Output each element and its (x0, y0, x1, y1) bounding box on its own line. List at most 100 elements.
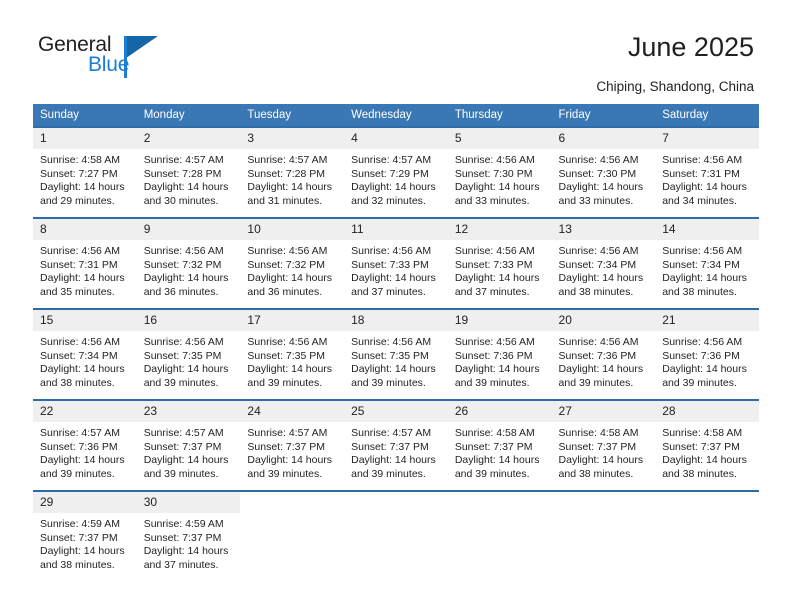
calendar-day-cell[interactable]: 12 Sunrise: 4:56 AM Sunset: 7:33 PM Dayligh… (447, 217, 552, 309)
sunrise-text: Sunrise: 4:56 AM (454, 336, 535, 348)
day-details: Sunrise: 4:58 AM Sunset: 7:37 PM Daylight:… (552, 422, 656, 481)
daylight-text-line1: Daylight: 14 hours (351, 363, 436, 376)
sunrise-text: Sunrise: 4:56 AM (662, 245, 743, 257)
daylight-text-line1: Daylight: 14 hours (40, 181, 125, 194)
day-details: Sunrise: 4:59 AM Sunset: 7:37 PM Daylight:… (137, 513, 241, 572)
daylight-text-line2: and 39 minutes. (662, 376, 737, 389)
sunset-text: Sunset: 7:31 PM (662, 167, 740, 180)
calendar-day-cell[interactable]: 29 Sunrise: 4:59 AM Sunset: 7:37 PM Dayligh… (33, 490, 137, 581)
calendar-day-cell[interactable]: 13 Sunrise: 4:56 AM Sunset: 7:34 PM Dayligh… (551, 217, 656, 309)
sunset-text: Sunset: 7:33 PM (454, 258, 533, 271)
day-number: 30 (136, 492, 241, 513)
daylight-text-line2: and 38 minutes. (558, 285, 634, 298)
calendar-day-cell[interactable]: 10 Sunrise: 4:56 AM Sunset: 7:32 PM Dayligh… (240, 217, 345, 309)
day-details: Sunrise: 4:56 AM Sunset: 7:36 PM Daylight:… (448, 331, 552, 390)
calendar-day-cell-empty (240, 490, 345, 581)
daylight-text-line2: and 36 minutes. (247, 285, 323, 298)
daylight-text-line2: and 39 minutes. (351, 376, 426, 389)
calendar-day-cell[interactable]: 6 Sunrise: 4:56 AM Sunset: 7:30 PM Daylight… (551, 126, 656, 218)
calendar-day-cell[interactable]: 1 Sunrise: 4:58 AM Sunset: 7:27 PM Daylight… (33, 126, 137, 218)
day-number: 17 (240, 310, 345, 331)
sunset-text: Sunset: 7:35 PM (351, 349, 429, 362)
daylight-text-line2: and 33 minutes. (454, 194, 530, 207)
daylight-text-line1: Daylight: 14 hours (143, 363, 229, 376)
daylight-text-line2: and 39 minutes. (454, 376, 530, 389)
weekday-header-wednesday: Wednesday (344, 104, 448, 127)
sunrise-text: Sunrise: 4:56 AM (662, 154, 743, 166)
day-number: 7 (655, 128, 759, 149)
daylight-text-line2: and 37 minutes. (454, 285, 530, 298)
daylight-text-line1: Daylight: 14 hours (558, 272, 644, 285)
sunrise-text: Sunrise: 4:57 AM (351, 427, 432, 439)
calendar-day-cell[interactable]: 26 Sunrise: 4:58 AM Sunset: 7:37 PM Dayligh… (447, 399, 552, 491)
sunset-text: Sunset: 7:32 PM (247, 258, 326, 271)
calendar-day-cell[interactable]: 19 Sunrise: 4:56 AM Sunset: 7:36 PM Dayligh… (447, 308, 552, 400)
calendar-day-cell[interactable]: 18 Sunrise: 4:56 AM Sunset: 7:35 PM Dayligh… (344, 308, 448, 400)
calendar-day-cell[interactable]: 24 Sunrise: 4:57 AM Sunset: 7:37 PM Dayligh… (240, 399, 345, 491)
calendar-week-row: 1 Sunrise: 4:58 AM Sunset: 7:27 PM Daylight… (33, 126, 759, 218)
calendar-day-cell[interactable]: 30 Sunrise: 4:59 AM Sunset: 7:37 PM Dayligh… (136, 490, 241, 581)
sunrise-text: Sunrise: 4:56 AM (247, 336, 328, 348)
day-details: Sunrise: 4:58 AM Sunset: 7:37 PM Daylight:… (655, 422, 759, 481)
sunset-text: Sunset: 7:28 PM (143, 167, 222, 180)
sunrise-sunset-calendar: Sunday Monday Tuesday Wednesday Thursday… (33, 104, 759, 581)
day-details: Sunrise: 4:56 AM Sunset: 7:36 PM Daylight:… (552, 331, 656, 390)
calendar-day-cell[interactable]: 7 Sunrise: 4:56 AM Sunset: 7:31 PM Daylight… (655, 126, 759, 218)
calendar-day-cell[interactable]: 2 Sunrise: 4:57 AM Sunset: 7:28 PM Daylight… (136, 126, 241, 218)
calendar-day-cell[interactable]: 3 Sunrise: 4:57 AM Sunset: 7:28 PM Daylight… (240, 126, 345, 218)
calendar-day-cell[interactable]: 11 Sunrise: 4:56 AM Sunset: 7:33 PM Dayligh… (344, 217, 448, 309)
day-details: Sunrise: 4:56 AM Sunset: 7:31 PM Daylight:… (33, 240, 137, 299)
calendar-day-cell[interactable]: 28 Sunrise: 4:58 AM Sunset: 7:37 PM Dayligh… (655, 399, 759, 491)
calendar-day-cell[interactable]: 20 Sunrise: 4:56 AM Sunset: 7:36 PM Dayligh… (551, 308, 656, 400)
calendar-day-cell[interactable]: 15 Sunrise: 4:56 AM Sunset: 7:34 PM Dayligh… (33, 308, 137, 400)
day-details: Sunrise: 4:59 AM Sunset: 7:37 PM Daylight:… (33, 513, 137, 572)
calendar-body: 1 Sunrise: 4:58 AM Sunset: 7:27 PM Daylight… (33, 126, 759, 581)
day-details: Sunrise: 4:56 AM Sunset: 7:31 PM Daylight:… (655, 149, 759, 208)
day-details: Sunrise: 4:56 AM Sunset: 7:36 PM Daylight:… (655, 331, 759, 390)
day-number: 4 (344, 128, 448, 149)
calendar-day-cell[interactable]: 16 Sunrise: 4:56 AM Sunset: 7:35 PM Dayligh… (136, 308, 241, 400)
calendar-day-cell[interactable]: 4 Sunrise: 4:57 AM Sunset: 7:29 PM Daylight… (344, 126, 448, 218)
sunrise-text: Sunrise: 4:56 AM (40, 336, 120, 348)
calendar-week-row: 22 Sunrise: 4:57 AM Sunset: 7:36 PM Dayligh… (33, 399, 759, 491)
general-blue-logo[interactable]: General Blue (38, 33, 168, 81)
day-number: 14 (655, 219, 759, 240)
day-number (655, 492, 759, 513)
calendar-day-cell[interactable]: 23 Sunrise: 4:57 AM Sunset: 7:37 PM Dayligh… (136, 399, 241, 491)
calendar-day-cell[interactable]: 14 Sunrise: 4:56 AM Sunset: 7:34 PM Dayligh… (655, 217, 759, 309)
day-number: 19 (447, 310, 552, 331)
calendar-day-cell[interactable]: 25 Sunrise: 4:57 AM Sunset: 7:37 PM Dayligh… (344, 399, 448, 491)
daylight-text-line1: Daylight: 14 hours (662, 363, 747, 376)
day-details: Sunrise: 4:56 AM Sunset: 7:35 PM Daylight:… (240, 331, 344, 390)
daylight-text-line1: Daylight: 14 hours (247, 181, 333, 194)
calendar-day-cell[interactable]: 5 Sunrise: 4:56 AM Sunset: 7:30 PM Daylight… (447, 126, 552, 218)
calendar-day-cell[interactable]: 9 Sunrise: 4:56 AM Sunset: 7:32 PM Daylight… (136, 217, 241, 309)
sunset-text: Sunset: 7:34 PM (40, 349, 118, 362)
sunrise-text: Sunrise: 4:56 AM (351, 336, 432, 348)
sunrise-text: Sunrise: 4:58 AM (454, 427, 535, 439)
daylight-text-line2: and 31 minutes. (247, 194, 323, 207)
sunset-text: Sunset: 7:37 PM (143, 531, 222, 544)
sunset-text: Sunset: 7:37 PM (247, 440, 326, 453)
day-number (447, 492, 552, 513)
daylight-text-line2: and 37 minutes. (351, 285, 426, 298)
daylight-text-line1: Daylight: 14 hours (558, 363, 644, 376)
calendar-day-cell[interactable]: 27 Sunrise: 4:58 AM Sunset: 7:37 PM Dayligh… (551, 399, 656, 491)
sunrise-text: Sunrise: 4:57 AM (247, 154, 328, 166)
daylight-text-line2: and 39 minutes. (143, 376, 219, 389)
sunset-text: Sunset: 7:36 PM (558, 349, 637, 362)
day-details: Sunrise: 4:57 AM Sunset: 7:37 PM Daylight:… (240, 422, 344, 481)
page-title: June 2025 (627, 32, 754, 62)
sunset-text: Sunset: 7:37 PM (558, 440, 637, 453)
calendar-day-cell[interactable]: 17 Sunrise: 4:56 AM Sunset: 7:35 PM Dayligh… (240, 308, 345, 400)
day-number: 8 (33, 219, 137, 240)
daylight-text-line1: Daylight: 14 hours (247, 363, 333, 376)
calendar-day-cell[interactable]: 22 Sunrise: 4:57 AM Sunset: 7:36 PM Dayligh… (33, 399, 137, 491)
daylight-text-line1: Daylight: 14 hours (558, 454, 644, 467)
daylight-text-line2: and 38 minutes. (558, 467, 634, 480)
day-details: Sunrise: 4:56 AM Sunset: 7:35 PM Daylight:… (344, 331, 448, 390)
calendar-day-cell[interactable]: 8 Sunrise: 4:56 AM Sunset: 7:31 PM Daylight… (33, 217, 137, 309)
daylight-text-line1: Daylight: 14 hours (247, 454, 333, 467)
sunset-text: Sunset: 7:35 PM (247, 349, 326, 362)
calendar-day-cell[interactable]: 21 Sunrise: 4:56 AM Sunset: 7:36 PM Dayligh… (655, 308, 759, 400)
